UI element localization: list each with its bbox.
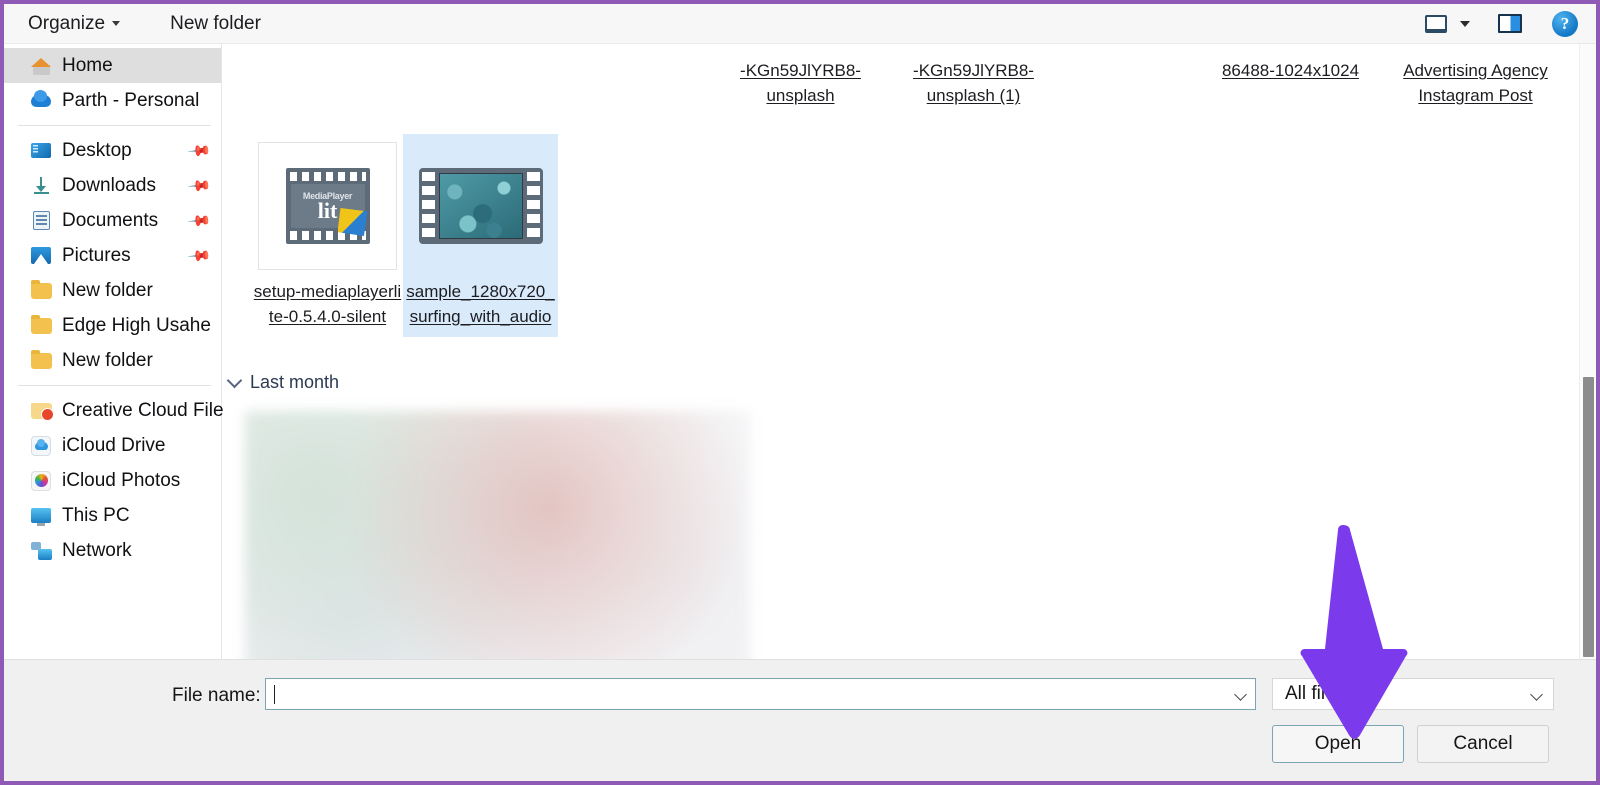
scrollbar-thumb[interactable]: [1583, 377, 1594, 657]
sidebar-item-icloud-photos[interactable]: iCloud Photos: [4, 463, 221, 498]
toolbar: Organize New folder ?: [4, 4, 1596, 44]
this-pc-icon: [30, 505, 52, 527]
chevron-down-icon: [226, 372, 243, 388]
sidebar-item-label: Documents: [62, 209, 159, 231]
icloud-drive-icon: [30, 435, 52, 457]
sidebar-item-this-pc[interactable]: This PC: [4, 498, 221, 533]
sidebar-item-new-folder-2[interactable]: New folder: [4, 343, 221, 378]
file-tile-setup-mediaplayerlite[interactable]: MediaPlayer lit setup-mediaplayerlite-0.…: [250, 134, 405, 337]
home-icon: [30, 55, 52, 77]
sidebar-item-label: Creative Cloud Files: [62, 399, 234, 421]
folder-icon: [30, 314, 52, 337]
file-list-area[interactable]: -KGn59JlYRB8-unsplash -KGn59JlYRB8-unspl…: [223, 44, 1596, 659]
file-label[interactable]: 86488-1024x1024: [1208, 58, 1373, 83]
sidebar-item-new-folder-1[interactable]: New folder: [4, 273, 221, 308]
file-open-dialog: Organize New folder ? Home Parth - Perso…: [0, 0, 1600, 785]
documents-icon: [30, 210, 52, 232]
sidebar-item-documents[interactable]: Documents 📌: [4, 203, 221, 238]
file-thumbnail: [411, 142, 550, 270]
dialog-footer: File name: All files Open Cancel: [4, 659, 1596, 781]
preview-pane-icon: [1498, 14, 1522, 33]
onedrive-cloud-icon: [30, 89, 52, 112]
sidebar-item-icloud-drive[interactable]: iCloud Drive: [4, 428, 221, 463]
pictures-icon: [30, 245, 52, 267]
network-icon: [30, 540, 52, 562]
file-label[interactable]: -KGn59JlYRB8-unsplash (1): [886, 58, 1061, 108]
file-tile-sample-video[interactable]: sample_1280x720_surfing_with_audio: [403, 134, 558, 337]
organize-button[interactable]: Organize: [18, 9, 130, 39]
file-label[interactable]: Advertising Agency Instagram Post: [1393, 58, 1558, 108]
sidebar-item-label: Desktop: [62, 139, 132, 161]
video-filmstrip-thumbnail: [418, 168, 543, 244]
pin-icon[interactable]: 📌: [187, 208, 213, 233]
file-type-filter-value: All files: [1285, 683, 1346, 704]
chevron-down-icon[interactable]: [1234, 688, 1247, 701]
sidebar-item-desktop[interactable]: Desktop 📌: [4, 133, 221, 168]
sidebar-item-home[interactable]: Home: [4, 48, 221, 83]
sidebar-item-label: iCloud Photos: [62, 469, 181, 491]
sidebar-item-creative-cloud-files[interactable]: Creative Cloud Files: [4, 393, 233, 428]
sidebar-item-label: New folder: [62, 349, 153, 371]
navigation-sidebar[interactable]: Home Parth - Personal Desktop 📌 Download…: [4, 44, 233, 659]
preview-pane-button[interactable]: [1488, 7, 1532, 41]
icloud-photos-icon: [30, 470, 52, 492]
pin-icon[interactable]: 📌: [187, 138, 213, 163]
thumb-text-main: lit: [317, 198, 338, 223]
sidebar-divider: [18, 385, 211, 386]
pin-icon[interactable]: 📌: [187, 243, 213, 268]
folder-icon: [30, 349, 52, 372]
organize-label: Organize: [28, 12, 106, 34]
group-header-last-month[interactable]: Last month: [226, 372, 340, 393]
mediaplayerlite-installer-icon: MediaPlayer lit: [285, 168, 370, 244]
toolbar-right-group: ?: [1414, 7, 1596, 41]
windows-flag-icon: [337, 208, 368, 236]
file-name-label-text: File name:: [172, 685, 261, 706]
file-type-filter-select[interactable]: All files: [1272, 678, 1554, 710]
cancel-button[interactable]: Cancel: [1417, 725, 1549, 763]
chevron-down-icon: [112, 21, 121, 26]
sidebar-item-label: iCloud Drive: [62, 434, 166, 456]
sidebar-item-pictures[interactable]: Pictures 📌: [4, 238, 221, 273]
sidebar-item-parth-personal[interactable]: Parth - Personal: [4, 83, 221, 118]
cancel-button-label: Cancel: [1453, 733, 1513, 754]
desktop-icon: [30, 140, 52, 162]
sidebar-item-edge-high-usahe[interactable]: Edge High Usahe: [4, 308, 221, 343]
text-caret: [274, 684, 275, 704]
file-thumbnail: MediaPlayer lit: [258, 142, 397, 270]
sidebar-item-label: Network: [62, 539, 132, 561]
file-name-input[interactable]: [265, 678, 1256, 710]
new-folder-button[interactable]: New folder: [160, 9, 271, 39]
open-button[interactable]: Open: [1272, 725, 1404, 763]
layout-view-button[interactable]: [1414, 7, 1458, 41]
folder-icon: [30, 279, 52, 302]
sidebar-item-label: This PC: [62, 504, 130, 526]
help-glyph: ?: [1560, 13, 1570, 33]
sidebar-item-downloads[interactable]: Downloads 📌: [4, 168, 221, 203]
blurred-content-region: [245, 411, 750, 659]
sidebar-item-label: Edge High Usahe: [62, 314, 211, 336]
chevron-down-icon[interactable]: [1530, 688, 1543, 701]
file-name-label: sample_1280x720_surfing_with_audio: [406, 282, 555, 326]
file-label[interactable]: -KGn59JlYRB8-unsplash: [723, 58, 878, 108]
file-name-label: setup-mediaplayerlite-0.5.4.0-silent: [253, 282, 402, 326]
sidebar-item-network[interactable]: Network: [4, 533, 221, 568]
sidebar-item-label: New folder: [62, 279, 153, 301]
help-icon[interactable]: ?: [1552, 10, 1578, 37]
chevron-down-icon[interactable]: [1460, 20, 1470, 27]
creative-cloud-icon: [30, 400, 54, 422]
sidebar-divider: [18, 125, 211, 126]
sidebar-item-label: Downloads: [62, 174, 156, 196]
sidebar-item-label: Pictures: [62, 244, 131, 266]
new-folder-label: New folder: [170, 12, 261, 34]
sidebar-item-label: Parth - Personal: [62, 89, 200, 111]
open-button-label: Open: [1314, 733, 1362, 754]
pin-icon[interactable]: 📌: [187, 173, 213, 198]
group-header-label: Last month: [250, 372, 340, 392]
scrolled-file-row: -KGn59JlYRB8-unsplash -KGn59JlYRB8-unspl…: [223, 44, 1596, 122]
vertical-scrollbar[interactable]: [1579, 44, 1596, 659]
downloads-icon: [30, 175, 52, 197]
sidebar-item-label: Home: [62, 54, 113, 76]
layout-view-icon: [1425, 14, 1447, 33]
